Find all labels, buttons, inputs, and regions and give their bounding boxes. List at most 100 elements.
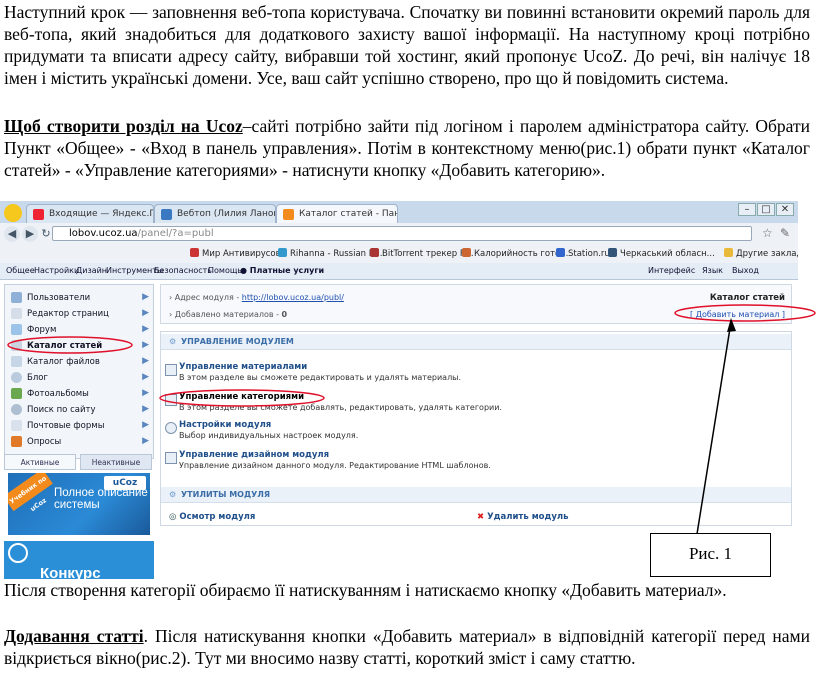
arrow-icon: ▶ xyxy=(142,436,149,446)
contest-ad-banner[interactable]: Конкурс xyxy=(4,541,154,579)
sidebar-item-photos[interactable]: Фотоальбомы ▶ xyxy=(9,387,149,401)
menu-item[interactable]: Интерфейс xyxy=(648,266,695,275)
sidebar-item-label: Опросы xyxy=(27,437,62,447)
section-title: УТИЛИТЫ МОДУЛЯ xyxy=(181,490,271,499)
bookmark-item[interactable]: Черкаський обласн... xyxy=(608,248,715,259)
tab-mail[interactable]: Входящие — Яндекс.Почта xyxy=(26,204,154,223)
delete-module-link[interactable]: ✖ Удалить модуль xyxy=(477,512,568,522)
module-title: Управление категориями xyxy=(179,392,305,402)
module-management: ⚙ УПРАВЛЕНИЕ МОДУЛЕМ Управление материала… xyxy=(160,331,792,526)
sidebar-item-forum[interactable]: Форум ▶ xyxy=(9,323,149,337)
sidebar-item-files[interactable]: Каталог файлов ▶ xyxy=(9,355,149,369)
star-icon[interactable]: ☆ xyxy=(762,226,773,240)
maximize-icon[interactable]: □ xyxy=(757,203,775,216)
menu-item[interactable]: Помощь xyxy=(208,266,242,275)
tab-inactive-modules[interactable]: Неактивные xyxy=(80,454,152,470)
smiley-icon xyxy=(4,204,22,222)
poll-icon xyxy=(11,436,22,447)
webtop-icon xyxy=(161,209,172,220)
wrench-icon[interactable]: ✎ xyxy=(780,226,790,240)
browser-screenshot: Входящие — Яндекс.Почта Вебтоп (Лилия Ла… xyxy=(0,201,798,579)
files-icon xyxy=(11,356,22,367)
arrow-icon: ▶ xyxy=(142,388,149,398)
sidebar-item-pages[interactable]: Редактор страниц ▶ xyxy=(9,307,149,321)
sidebar-item-label: Блог xyxy=(27,373,48,383)
tab-webtop[interactable]: Вебтоп (Лилия Лановская) xyxy=(154,204,276,223)
sidebar-item-label: Каталог файлов xyxy=(27,357,100,367)
sidebar-item-label: Фотоальбомы xyxy=(27,389,89,399)
menu-item[interactable]: Настройки xyxy=(34,266,79,275)
bookmark-item[interactable]: Другие закладки xyxy=(724,248,798,259)
ucoz-ad-banner[interactable]: Учебник по uCoz uCoz Полное описание сис… xyxy=(8,473,150,535)
module-desc: Управление дизайном данного модуля. Реда… xyxy=(179,461,491,470)
articles-icon xyxy=(11,340,22,351)
sidebar-item-label: Каталог статей xyxy=(27,341,103,351)
back-icon[interactable]: ◀ xyxy=(4,226,20,242)
ucoz-ring-icon xyxy=(8,543,28,563)
url-input[interactable]: lobov.ucoz.ua/panel/?a=publ xyxy=(52,226,752,241)
bookmark-item[interactable]: Мир Антивирусов xyxy=(190,248,281,259)
bookmark-label: Черкаський обласн... xyxy=(620,249,715,259)
ad-text: Конкурс xyxy=(40,565,101,579)
forum-icon xyxy=(11,324,22,335)
bookmark-icon xyxy=(608,248,617,257)
sidebar-item-blog[interactable]: Блог ▶ xyxy=(9,371,149,385)
menu-item[interactable]: Общее xyxy=(6,266,35,275)
module-desc: В этом разделе вы сможете добавлять, ред… xyxy=(179,403,502,412)
module-address-link[interactable]: http://lobov.ucoz.ua/publ/ xyxy=(242,293,344,302)
page-icon xyxy=(11,308,22,319)
arrow-icon: ▶ xyxy=(142,420,149,430)
bookmark-label: BitTorrent трекер R... xyxy=(382,249,474,259)
paragraph-intro: Наступний крок — заповнення веб-топа кор… xyxy=(4,2,810,88)
sidebar-item-polls[interactable]: Опросы ▶ xyxy=(9,435,149,449)
ucoz-icon xyxy=(283,209,294,220)
sidebar-item-mailforms[interactable]: Почтовые формы ▶ xyxy=(9,419,149,433)
gear-icon: ⚙ xyxy=(169,490,177,499)
bookmark-item[interactable]: Station.ru xyxy=(556,248,610,259)
module-title: Управление материалами xyxy=(179,362,308,372)
bookmark-item[interactable]: Rihanna - Russian R... xyxy=(278,248,382,259)
bookmark-item[interactable]: BitTorrent трекер R... xyxy=(370,248,474,259)
url-host: lobov.ucoz.ua xyxy=(69,228,138,239)
view-module-link[interactable]: ◎ Осмотр модуля xyxy=(169,512,255,522)
bookmark-icon xyxy=(278,248,287,257)
photo-icon xyxy=(11,388,22,399)
menu-item-label: Платные услуги xyxy=(249,266,325,275)
paragraph-add-article-lead: Додавання статті xyxy=(4,626,144,646)
arrow-icon: ▶ xyxy=(142,372,149,382)
module-info: › Адрес модуля - http://lobov.ucoz.ua/pu… xyxy=(160,284,792,324)
module-address: › Адрес модуля - http://lobov.ucoz.ua/pu… xyxy=(169,293,344,302)
section-header-utils: ⚙ УТИЛИТЫ МОДУЛЯ xyxy=(161,487,791,503)
menu-item-paid[interactable]: ● Платные услуги xyxy=(240,266,324,275)
menu-item[interactable]: Дизайн xyxy=(76,266,107,275)
menu-item[interactable]: Язык xyxy=(702,266,723,275)
blog-icon xyxy=(11,372,22,383)
arrow-icon: ▶ xyxy=(142,308,149,318)
url-path: /panel/?a=publ xyxy=(137,228,214,239)
gear-icon: ⚙ xyxy=(169,337,177,346)
tab-label: Вебтоп (Лилия Лановская) xyxy=(177,209,276,219)
tab-label: Входящие — Яндекс.Почта xyxy=(49,209,153,219)
bookmark-icon xyxy=(556,248,565,257)
sidebar-item-search[interactable]: Поиск по сайту ▶ xyxy=(9,403,149,417)
tab-active-modules[interactable]: Активные xyxy=(4,454,76,470)
arrow-icon: ▶ xyxy=(142,324,149,334)
menu-item[interactable]: Выход xyxy=(732,266,759,275)
window-controls: – □ ✕ xyxy=(737,203,794,216)
arrow-icon: ▶ xyxy=(142,340,149,350)
forward-icon[interactable]: ▶ xyxy=(22,226,38,242)
sidebar: Пользователи ▶ Редактор страниц ▶ Форум ▶ К… xyxy=(4,284,154,459)
close-icon[interactable]: ✕ xyxy=(776,203,794,216)
ucoz-menubar: Общее Настройки Дизайн Инструменты Безоп… xyxy=(0,263,798,280)
menu-item[interactable]: Безопасность xyxy=(154,266,212,275)
mail-form-icon xyxy=(11,420,22,431)
sidebar-item-articles[interactable]: Каталог статей ▶ xyxy=(9,339,149,353)
bookmark-item[interactable]: Калорийность гото... xyxy=(462,248,568,259)
add-material-button[interactable]: [ Добавить материал ] xyxy=(690,310,785,319)
users-icon xyxy=(11,292,22,303)
search-icon xyxy=(11,404,22,415)
bookmarks-bar: Мир Антивирусов Rihanna - Russian R... B… xyxy=(0,245,798,264)
tab-catalog[interactable]: Каталог статей - Панель у xyxy=(276,204,398,223)
minimize-icon[interactable]: – xyxy=(738,203,756,216)
sidebar-item-users[interactable]: Пользователи ▶ xyxy=(9,291,149,305)
